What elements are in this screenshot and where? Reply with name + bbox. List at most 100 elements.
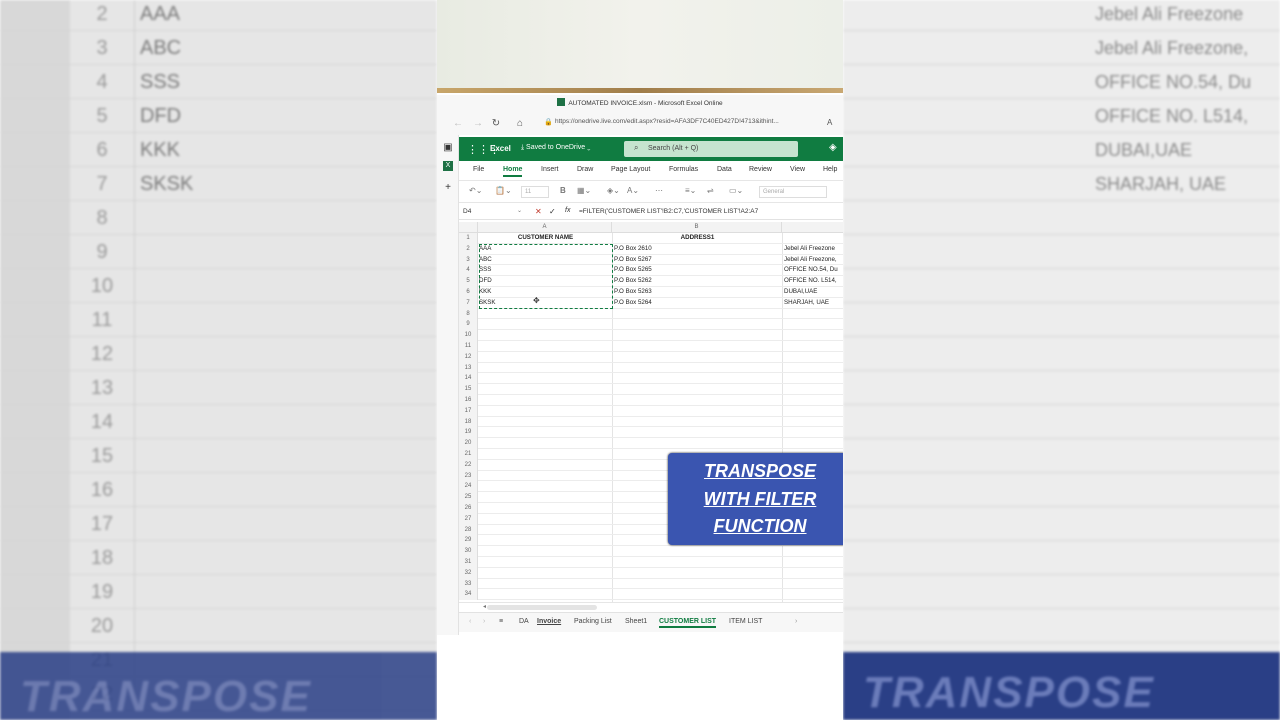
horizontal-scrollbar[interactable]: ◂ <box>459 602 843 612</box>
merge-icon[interactable]: ▭⌄ <box>729 186 743 195</box>
row-number[interactable]: 29 <box>459 535 478 547</box>
back-icon[interactable]: ← <box>451 118 465 129</box>
cancel-formula-icon[interactable]: ✕ <box>535 207 542 216</box>
row-number[interactable]: 1 <box>459 233 478 244</box>
cell-address2[interactable]: DUBAI,UAE <box>783 287 843 298</box>
confirm-formula-icon[interactable]: ✓ <box>549 207 556 216</box>
tab-view[interactable]: View <box>790 166 805 173</box>
spreadsheet-grid[interactable]: A B 1 CUSTOMER NAME ADDRESS1 2 AAA P.O Box 26… <box>459 222 843 602</box>
tab-review[interactable]: Review <box>749 166 772 173</box>
row-number[interactable]: 15 <box>459 384 478 395</box>
sheet-tab-customer-list[interactable]: CUSTOMER LIST <box>659 618 717 628</box>
sheet-tab-invoice[interactable]: Invoice <box>537 618 561 625</box>
tab-draw[interactable]: Draw <box>577 166 593 173</box>
sheet-tabs-more-icon[interactable]: › <box>795 618 797 625</box>
prev-sheet-icon[interactable]: ‹ <box>469 618 471 625</box>
sheet-tab-sheet1[interactable]: Sheet1 <box>625 618 647 625</box>
paste-icon[interactable]: 📋⌄ <box>495 186 512 195</box>
cell-address1[interactable]: P.O Box 5264 <box>613 298 781 309</box>
tab-formulas[interactable]: Formulas <box>669 166 698 173</box>
number-format-select[interactable]: General <box>759 186 827 198</box>
url-field[interactable]: https://onedrive.live.com/edit.aspx?resi… <box>555 118 825 125</box>
column-header-b[interactable]: B <box>612 222 782 233</box>
search-input[interactable]: ⌕ Search (Alt + Q) <box>624 141 798 157</box>
all-sheets-icon[interactable]: ≡ <box>499 618 503 625</box>
tab-data[interactable]: Data <box>717 166 732 173</box>
read-aloud-icon[interactable]: A <box>827 118 832 127</box>
row-number[interactable]: 7 <box>459 297 478 309</box>
header-cell-address1[interactable]: ADDRESS1 <box>612 233 782 244</box>
row-number[interactable]: 4 <box>459 265 478 277</box>
font-size-select[interactable]: 11 <box>521 186 549 198</box>
cell-address2[interactable]: OFFICE NO.54, Du <box>783 265 843 276</box>
row-number[interactable]: 5 <box>459 276 478 287</box>
row-number[interactable]: 14 <box>459 373 478 385</box>
scrollbar-thumb[interactable] <box>487 605 597 610</box>
row-number[interactable]: 26 <box>459 503 478 514</box>
row-number[interactable]: 16 <box>459 395 478 406</box>
cell-address2[interactable]: Jebel Ali Freezone <box>783 244 843 255</box>
row-number[interactable]: 25 <box>459 492 478 503</box>
sheet-tab-item-list[interactable]: ITEM LIST <box>729 618 762 625</box>
row-number[interactable]: 11 <box>459 341 478 352</box>
tabs-icon[interactable]: ▣ <box>443 143 453 153</box>
more-options-icon[interactable]: ⋯ <box>655 186 663 195</box>
scroll-left-icon[interactable]: ◂ <box>483 603 486 610</box>
row-number[interactable]: 34 <box>459 589 478 601</box>
row-number[interactable]: 22 <box>459 459 478 471</box>
undo-icon[interactable]: ↶⌄ <box>469 186 482 195</box>
cell-address1[interactable]: P.O Box 5263 <box>613 287 781 298</box>
tab-insert[interactable]: Insert <box>541 166 559 173</box>
row-number[interactable]: 20 <box>459 438 478 449</box>
tab-file[interactable]: File <box>473 166 484 173</box>
row-number[interactable]: 27 <box>459 513 478 525</box>
add-tab-icon[interactable]: + <box>443 183 453 193</box>
column-header-a[interactable]: A <box>478 222 612 233</box>
cell-address2[interactable]: SHARJAH, UAE <box>783 298 843 309</box>
borders-icon[interactable]: ▦⌄ <box>577 186 591 195</box>
header-cell-customer-name[interactable]: CUSTOMER NAME <box>478 233 612 244</box>
forward-icon[interactable]: → <box>471 118 485 129</box>
function-icon[interactable]: fx <box>565 207 570 214</box>
row-number[interactable]: 8 <box>459 308 478 320</box>
sheet-tab-da[interactable]: DA <box>519 618 529 625</box>
align-icon[interactable]: ≡⌄ <box>685 186 696 195</box>
row-number[interactable]: 18 <box>459 416 478 428</box>
premium-diamond-icon[interactable]: ◈ <box>829 142 837 153</box>
cell-address1[interactable]: P.O Box 2610 <box>613 244 781 255</box>
wrap-icon[interactable]: ⇌ <box>707 186 714 195</box>
row-number[interactable]: 3 <box>459 254 478 266</box>
bold-icon[interactable]: B <box>560 186 566 195</box>
home-icon[interactable]: ⌂ <box>513 118 527 129</box>
name-box-chevron-icon[interactable]: ⌄ <box>517 207 522 214</box>
tab-page-layout[interactable]: Page Layout <box>611 166 650 173</box>
app-name[interactable]: Excel <box>490 144 511 153</box>
row-number[interactable]: 10 <box>459 330 478 341</box>
row-number[interactable]: 2 <box>459 243 478 255</box>
row-number[interactable]: 30 <box>459 546 478 557</box>
excel-tab-icon[interactable]: X <box>443 161 453 171</box>
row-number[interactable]: 31 <box>459 557 478 568</box>
tab-help[interactable]: Help <box>823 166 837 173</box>
row-number[interactable]: 33 <box>459 578 478 590</box>
row-number[interactable]: 9 <box>459 319 478 331</box>
saved-status[interactable]: ⤓ Saved to OneDrive ⌄ <box>521 144 590 152</box>
sheet-tab-packing-list[interactable]: Packing List <box>574 618 612 625</box>
row-number[interactable]: 24 <box>459 481 478 493</box>
cell-address1[interactable]: P.O Box 5267 <box>613 255 781 266</box>
fill-color-icon[interactable]: ◈⌄ <box>607 186 620 195</box>
row-number[interactable]: 6 <box>459 287 478 298</box>
row-number[interactable]: 17 <box>459 405 478 417</box>
cell-address1[interactable]: P.O Box 5262 <box>613 276 781 287</box>
row-number[interactable]: 28 <box>459 524 478 536</box>
next-sheet-icon[interactable]: › <box>483 618 485 625</box>
row-number[interactable]: 19 <box>459 427 478 439</box>
row-number[interactable]: 13 <box>459 362 478 374</box>
refresh-icon[interactable]: ↻ <box>489 118 503 129</box>
cell-address2[interactable]: Jebel Ali Freezone, <box>783 255 843 266</box>
row-number[interactable]: 12 <box>459 351 478 363</box>
cell-address2[interactable]: OFFICE NO. L514, <box>783 276 843 287</box>
tab-home[interactable]: Home <box>503 166 523 177</box>
cell-address1[interactable]: P.O Box 5265 <box>613 265 781 276</box>
row-number[interactable]: 32 <box>459 567 478 579</box>
